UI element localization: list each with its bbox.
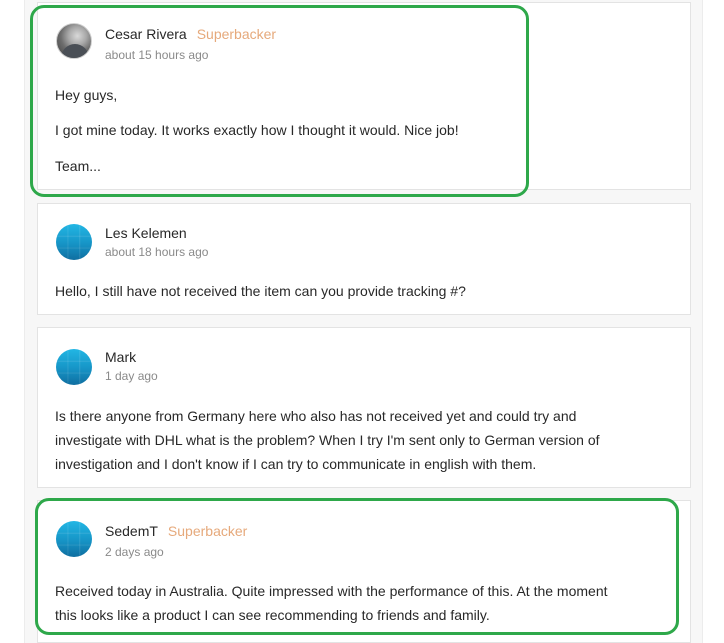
comment-card: Cesar Rivera Superbacker about 15 hours a… bbox=[37, 2, 691, 190]
comment-timestamp: 2 days ago bbox=[105, 545, 164, 559]
comment-author[interactable]: Les Kelemen bbox=[105, 225, 187, 241]
comment-author[interactable]: SedemT bbox=[105, 523, 158, 539]
globe-avatar[interactable] bbox=[56, 349, 92, 385]
comment-card: Les Kelemen about 18 hours ago Hello, I … bbox=[37, 203, 691, 315]
comment-text: investigate with DHL what is the problem… bbox=[55, 432, 600, 448]
comment-text: this looks like a product I can see reco… bbox=[55, 607, 490, 623]
superbacker-badge: Superbacker bbox=[196, 26, 277, 42]
comment-author[interactable]: Mark bbox=[105, 349, 136, 365]
comment-text: I got mine today. It works exactly how I… bbox=[55, 122, 459, 138]
comment-text: Received today in Australia. Quite impre… bbox=[55, 583, 608, 599]
comment-text: investigation and I don't know if I can … bbox=[55, 456, 537, 472]
superbacker-badge: Superbacker bbox=[167, 523, 248, 539]
comment-author-row: Mark bbox=[105, 349, 136, 365]
comment-timestamp: 1 day ago bbox=[105, 369, 158, 383]
comment-text: Team... bbox=[55, 158, 101, 174]
comment-timestamp: about 15 hours ago bbox=[105, 48, 209, 62]
comment-author[interactable]: Cesar Rivera bbox=[105, 26, 187, 42]
comment-author-row: SedemT Superbacker bbox=[105, 523, 247, 539]
comment-text: Hey guys, bbox=[55, 87, 118, 103]
comment-author-row: Les Kelemen bbox=[105, 225, 187, 241]
user-photo-avatar[interactable] bbox=[56, 23, 92, 59]
globe-avatar[interactable] bbox=[56, 224, 92, 260]
comment-timestamp: about 18 hours ago bbox=[105, 245, 209, 259]
globe-avatar[interactable] bbox=[56, 521, 92, 557]
comment-card: Mark 1 day ago Is there anyone from Germ… bbox=[37, 327, 691, 488]
comment-text: Is there anyone from Germany here who al… bbox=[55, 408, 577, 424]
comments-page: Cesar Rivera Superbacker about 15 hours a… bbox=[0, 0, 724, 643]
comment-author-row: Cesar Rivera Superbacker bbox=[105, 26, 276, 42]
comment-text: Hello, I still have not received the ite… bbox=[55, 283, 466, 299]
comment-card: SedemT Superbacker 2 days ago Received to… bbox=[37, 500, 691, 643]
